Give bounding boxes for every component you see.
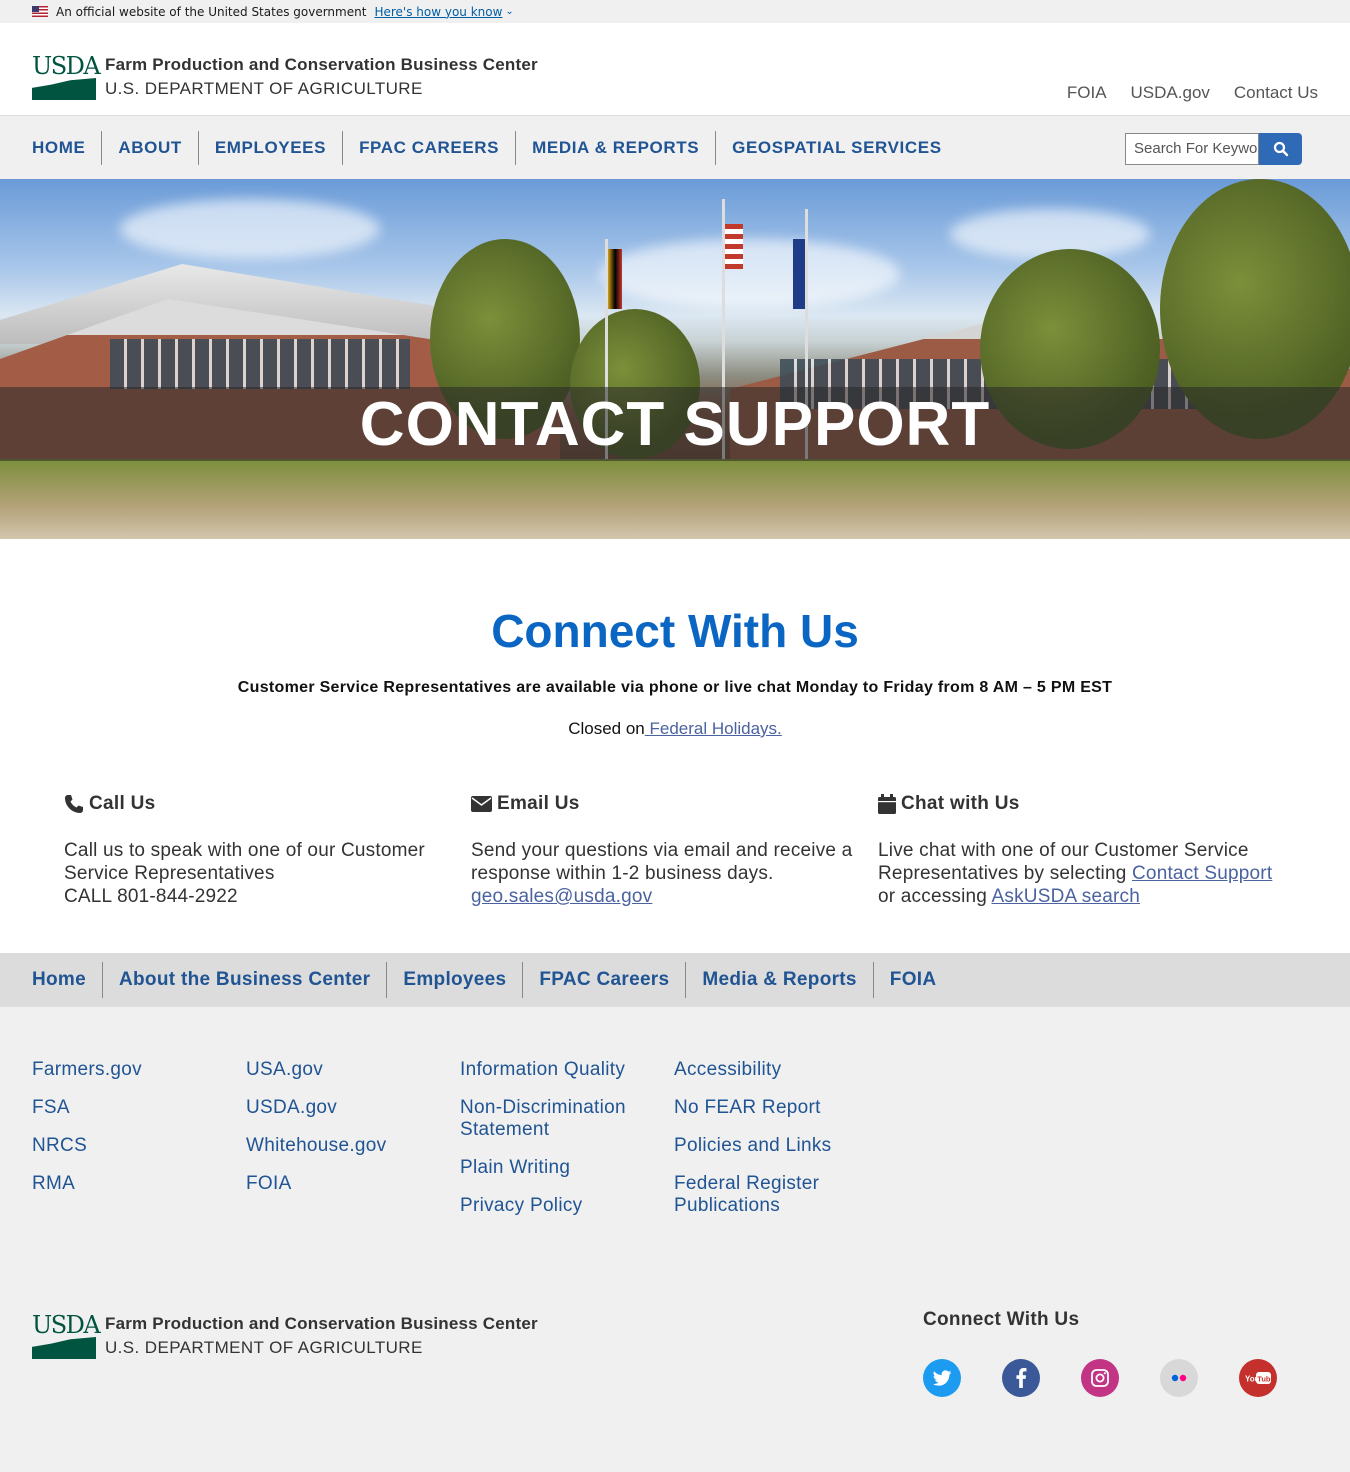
footer-link-column: Information Quality Non-Discrimination S… <box>460 1059 674 1233</box>
footer-link[interactable]: Information Quality <box>460 1059 674 1081</box>
phone-icon <box>65 795 83 813</box>
footer-nav: Home About the Business Center Employees… <box>0 953 1350 1007</box>
call-us-title: Call Us <box>89 793 156 814</box>
hours-text: Customer Service Representatives are ava… <box>237 679 1113 696</box>
email-us-card: Email Us Send your questions via email a… <box>471 793 878 908</box>
footer-dept-name: U.S. DEPARTMENT OF AGRICULTURE <box>105 1338 423 1357</box>
footer-nav-about[interactable]: About the Business Center <box>102 962 386 998</box>
footer-link[interactable]: Privacy Policy <box>460 1195 674 1217</box>
chevron-down-icon[interactable]: ⌄ <box>505 6 513 17</box>
envelope-icon <box>471 796 492 812</box>
email-us-text: Send your questions via email and receiv… <box>471 840 853 884</box>
search-icon <box>1273 141 1288 157</box>
footer-link-column: USA.gov USDA.gov Whitehouse.gov FOIA <box>246 1059 460 1233</box>
footer-org-name: Farm Production and Conservation Busines… <box>105 1314 538 1333</box>
footer-link[interactable]: Non-Discrimination Statement <box>460 1097 650 1141</box>
footer-link[interactable]: NRCS <box>32 1135 246 1157</box>
footer-link[interactable]: USDA.gov <box>246 1097 460 1119</box>
twitter-icon[interactable] <box>923 1359 961 1397</box>
connect-section: Connect With Us Customer Service Represe… <box>0 539 1350 739</box>
usda-logo-icon: USDA <box>32 1313 101 1359</box>
nav-item-home[interactable]: HOME <box>32 131 101 165</box>
search-input[interactable]: Search For Keywords <box>1125 133 1259 165</box>
footer-link[interactable]: Policies and Links <box>674 1135 888 1157</box>
youtube-icon[interactable]: YouTube <box>1239 1359 1277 1397</box>
footer-nav-employees[interactable]: Employees <box>386 962 522 998</box>
footer-nav-home[interactable]: Home <box>32 962 102 998</box>
footer-link[interactable]: RMA <box>32 1173 246 1195</box>
hero-banner: CONTACT SUPPORT <box>0 179 1350 539</box>
util-link-contact[interactable]: Contact Us <box>1234 83 1318 103</box>
flickr-icon[interactable] <box>1160 1359 1198 1397</box>
footer-link[interactable]: Accessibility <box>674 1059 888 1081</box>
federal-holidays-link[interactable]: Federal Holidays. <box>645 719 781 738</box>
footer-link[interactable]: USA.gov <box>246 1059 460 1081</box>
contact-support-link[interactable]: Contact Support <box>1132 863 1272 884</box>
phone-number[interactable]: CALL 801-844-2922 <box>64 886 238 907</box>
main-nav: HOME ABOUT EMPLOYEES FPAC CAREERS MEDIA … <box>0 115 1350 179</box>
footer-link[interactable]: FOIA <box>246 1173 460 1195</box>
nav-item-about[interactable]: ABOUT <box>101 130 197 165</box>
footer-link[interactable]: Federal Register Publications <box>674 1173 834 1217</box>
contact-methods: Call Us Call us to speak with one of our… <box>0 793 1350 908</box>
footer-nav-media-reports[interactable]: Media & Reports <box>685 962 872 998</box>
dept-name: U.S. DEPARTMENT OF AGRICULTURE <box>105 79 423 98</box>
footer-link[interactable]: No FEAR Report <box>674 1097 888 1119</box>
email-address-link[interactable]: geo.sales@usda.gov <box>471 886 652 907</box>
call-us-text: Call us to speak with one of our Custome… <box>64 840 425 884</box>
footer-link[interactable]: FSA <box>32 1097 246 1119</box>
chat-with-us-card: Chat with Us Live chat with one of our C… <box>878 793 1273 907</box>
closed-text: Closed on Federal Holidays. <box>568 719 782 738</box>
search-button[interactable] <box>1259 133 1302 165</box>
askusda-search-link[interactable]: AskUSDA search <box>992 886 1141 907</box>
footer-link-columns: Farmers.gov FSA NRCS RMA USA.gov USDA.go… <box>0 1007 1350 1233</box>
nav-item-employees[interactable]: EMPLOYEES <box>197 130 342 165</box>
footer-link[interactable]: Whitehouse.gov <box>246 1135 460 1157</box>
footer-logo[interactable]: USDA Farm Production and Conservation Bu… <box>32 1313 538 1359</box>
social-links: YouTube <box>923 1359 1277 1397</box>
footer-link-column: Accessibility No FEAR Report Policies an… <box>674 1059 888 1233</box>
social-title: Connect With Us <box>923 1309 1080 1330</box>
usda-logo-icon: USDA <box>32 54 101 100</box>
site-logo[interactable]: USDA Farm Production and Conservation Bu… <box>32 54 538 100</box>
call-us-card: Call Us Call us to speak with one of our… <box>64 793 471 908</box>
svg-text:Tube: Tube <box>1257 1375 1272 1384</box>
site-footer: Farmers.gov FSA NRCS RMA USA.gov USDA.go… <box>0 1007 1350 1472</box>
nav-item-geospatial[interactable]: GEOSPATIAL SERVICES <box>715 130 957 165</box>
gov-banner-link[interactable]: Here's how you know <box>374 5 502 19</box>
instagram-icon[interactable] <box>1081 1359 1119 1397</box>
us-flag-icon <box>32 6 48 17</box>
facebook-icon[interactable] <box>1002 1359 1040 1397</box>
gov-banner: An official website of the United States… <box>0 0 1350 23</box>
search-box: Search For Keywords <box>1125 133 1302 165</box>
footer-link[interactable]: Farmers.gov <box>32 1059 246 1081</box>
utility-nav: FOIA USDA.gov Contact Us <box>1067 83 1318 103</box>
footer-nav-foia[interactable]: FOIA <box>872 962 953 998</box>
gov-banner-text: An official website of the United States… <box>56 4 367 19</box>
site-header: USDA Farm Production and Conservation Bu… <box>0 23 1350 115</box>
page-heading: Connect With Us <box>491 605 859 657</box>
chat-with-us-title: Chat with Us <box>901 793 1020 814</box>
email-us-title: Email Us <box>497 793 580 814</box>
nav-item-fpac-careers[interactable]: FPAC CAREERS <box>342 130 515 165</box>
util-link-usda[interactable]: USDA.gov <box>1131 83 1210 103</box>
nav-item-media-reports[interactable]: MEDIA & REPORTS <box>515 130 715 165</box>
footer-nav-fpac-careers[interactable]: FPAC Careers <box>522 962 685 998</box>
calendar-icon <box>878 794 896 814</box>
org-name: Farm Production and Conservation Busines… <box>105 55 538 74</box>
util-link-foia[interactable]: FOIA <box>1067 83 1107 103</box>
hero-title: CONTACT SUPPORT <box>359 390 991 459</box>
footer-link-column: Farmers.gov FSA NRCS RMA <box>32 1059 246 1233</box>
footer-link[interactable]: Plain Writing <box>460 1157 674 1179</box>
